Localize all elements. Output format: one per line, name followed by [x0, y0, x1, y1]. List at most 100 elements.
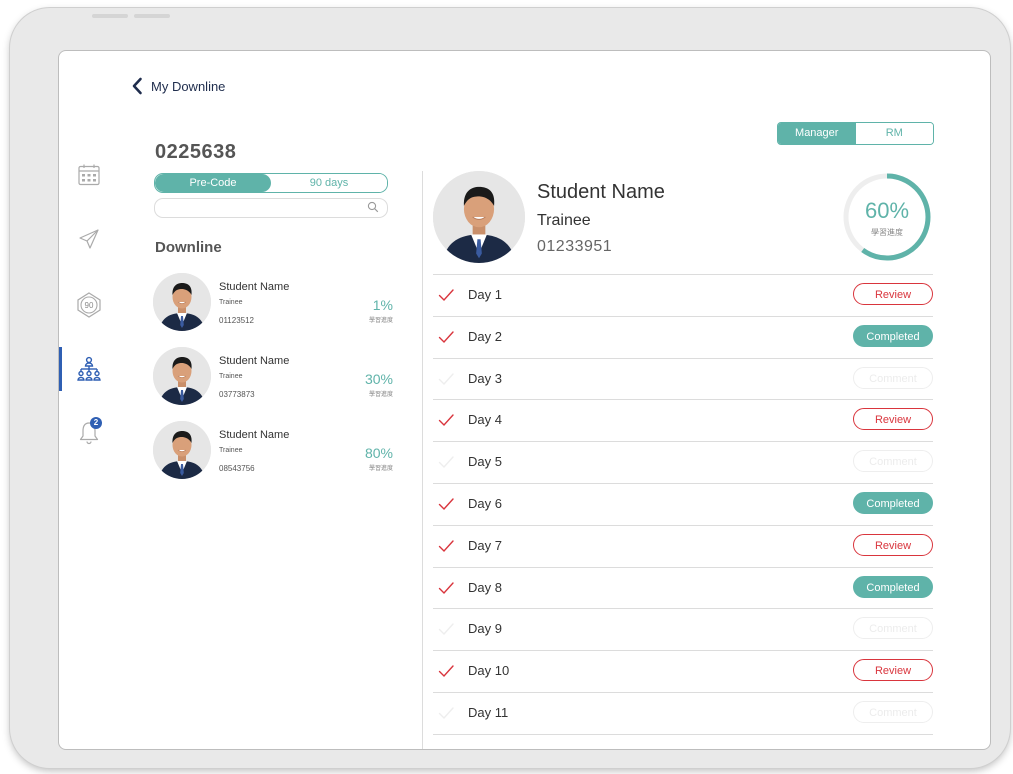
- completed-button[interactable]: Completed: [853, 324, 933, 347]
- day-row: Day 3 Comment: [433, 357, 933, 400]
- day-label: Day 11: [468, 704, 509, 720]
- progress-label: 學習進度: [368, 466, 393, 472]
- disabled-button: Comment: [853, 366, 933, 389]
- nav-90-days[interactable]: 90: [69, 287, 109, 323]
- check-icon: [438, 456, 454, 469]
- day-label: Day 1: [468, 287, 502, 302]
- nav-downline[interactable]: [69, 351, 109, 387]
- disabled-button: Comment: [853, 700, 933, 723]
- search-box: [154, 198, 388, 219]
- volume-button: [134, 14, 170, 18]
- day-label: Day 2: [468, 328, 502, 344]
- agent-code: 0225638: [155, 141, 237, 163]
- student-id: 08543756: [219, 464, 255, 473]
- day-row: Day 6 Completed: [433, 482, 933, 525]
- student-role: Trainee: [219, 373, 243, 380]
- progress-label: 學習進度: [368, 392, 393, 398]
- student-role: Trainee: [219, 447, 243, 454]
- completed-button[interactable]: Completed: [853, 491, 933, 514]
- tablet-frame: My Downline Manager RM 90 2 0225638 Pre-…: [10, 8, 1010, 768]
- check-icon: [438, 331, 454, 343]
- day-row: Day 11 Comment: [433, 691, 933, 735]
- day-label: Day 9: [468, 621, 502, 637]
- avatar: [153, 347, 211, 405]
- pre-code-tab[interactable]: Pre-Code: [155, 174, 271, 192]
- completed-button[interactable]: Completed: [853, 575, 933, 598]
- day-row: Day 8 Completed: [433, 566, 933, 609]
- check-icon: [438, 581, 454, 594]
- search-icon: [367, 201, 379, 213]
- student-name: Student Name: [219, 429, 290, 441]
- student-id: 03773873: [219, 390, 255, 399]
- day-label: Day 3: [468, 370, 502, 386]
- progress-label: 學習進度: [871, 228, 903, 237]
- check-icon: [438, 665, 454, 678]
- period-toggle: Pre-Code 90 days: [154, 173, 388, 193]
- day-label: Day 5: [468, 454, 502, 470]
- back-label: My Downline: [151, 78, 226, 94]
- column-divider: [422, 171, 423, 749]
- progress-percent: 1%: [372, 297, 393, 313]
- progress-label: 學習進度: [368, 318, 393, 324]
- student-name: Student Name: [219, 281, 290, 293]
- day-label: Day 10: [468, 663, 510, 679]
- check-icon: [438, 498, 454, 511]
- progress-percent: 80%: [364, 445, 393, 461]
- check-icon: [438, 414, 454, 427]
- day-list: Day 1 Review Day 2 Completed Day 3 Comment Day…: [433, 274, 933, 735]
- review-button[interactable]: Review: [853, 533, 933, 556]
- profile-role: Trainee: [537, 212, 591, 229]
- app-screen: My Downline Manager RM 90 2 0225638 Pre-…: [58, 50, 991, 750]
- ninety-days-tab[interactable]: 90 days: [271, 174, 387, 192]
- rm-tab[interactable]: RM: [855, 123, 933, 144]
- list-item[interactable]: Student Name Trainee 01123512 1% 學習進度: [153, 273, 393, 347]
- disabled-button: Comment: [853, 450, 933, 473]
- chevron-left-icon: [132, 77, 142, 95]
- disabled-button: Comment: [853, 617, 933, 640]
- review-button[interactable]: Review: [853, 283, 933, 305]
- nav-notifications[interactable]: 2: [69, 415, 109, 451]
- day-label: Day 8: [468, 579, 502, 595]
- check-icon: [438, 289, 454, 302]
- day-row: Day 5 Comment: [433, 441, 933, 483]
- svg-text:90: 90: [85, 301, 94, 310]
- search-input[interactable]: [163, 200, 367, 219]
- hierarchy-icon: [77, 356, 101, 381]
- check-icon: [438, 372, 454, 385]
- list-item[interactable]: Student Name Trainee 03773873 30% 學習進度: [153, 347, 393, 421]
- review-button[interactable]: Review: [853, 659, 933, 682]
- profile-id: 01233951: [537, 238, 613, 255]
- profile-name: Student Name: [537, 181, 665, 203]
- notification-badge: 2: [90, 417, 102, 429]
- progress-percent: 30%: [364, 371, 393, 387]
- check-icon: [438, 623, 454, 636]
- list-item[interactable]: Student Name Trainee 08543756 80% 學習進度: [153, 421, 393, 495]
- review-button[interactable]: Review: [853, 408, 933, 431]
- downline-title: Downline: [155, 239, 222, 256]
- progress-percent: 60%: [864, 198, 910, 223]
- student-id: 01123512: [219, 316, 254, 325]
- nav-calendar[interactable]: [69, 157, 109, 193]
- day-row: Day 4 Review: [433, 399, 933, 441]
- downline-list: Student Name Trainee 01123512 1% 學習進度 St…: [153, 273, 393, 495]
- avatar: [153, 421, 211, 479]
- role-toggle: Manager RM: [777, 122, 934, 145]
- volume-button: [92, 14, 128, 18]
- day-row: Day 10 Review: [433, 650, 933, 692]
- manager-tab[interactable]: Manager: [778, 123, 856, 144]
- send-icon: [79, 229, 99, 249]
- check-icon: [438, 540, 454, 552]
- avatar: [153, 273, 211, 331]
- nav-active-indicator: [59, 347, 62, 391]
- badge-90-icon: 90: [77, 292, 101, 318]
- day-label: Day 4: [468, 412, 502, 428]
- nav-send[interactable]: [69, 221, 109, 257]
- check-icon: [438, 707, 454, 719]
- day-row: Day 1 Review: [433, 274, 933, 316]
- day-label: Day 6: [468, 495, 502, 511]
- student-role: Trainee: [219, 299, 243, 306]
- calendar-icon: [78, 164, 100, 186]
- day-row: Day 7 Review: [433, 524, 933, 567]
- back-button[interactable]: My Downline: [131, 77, 225, 95]
- profile-avatar: [433, 171, 525, 263]
